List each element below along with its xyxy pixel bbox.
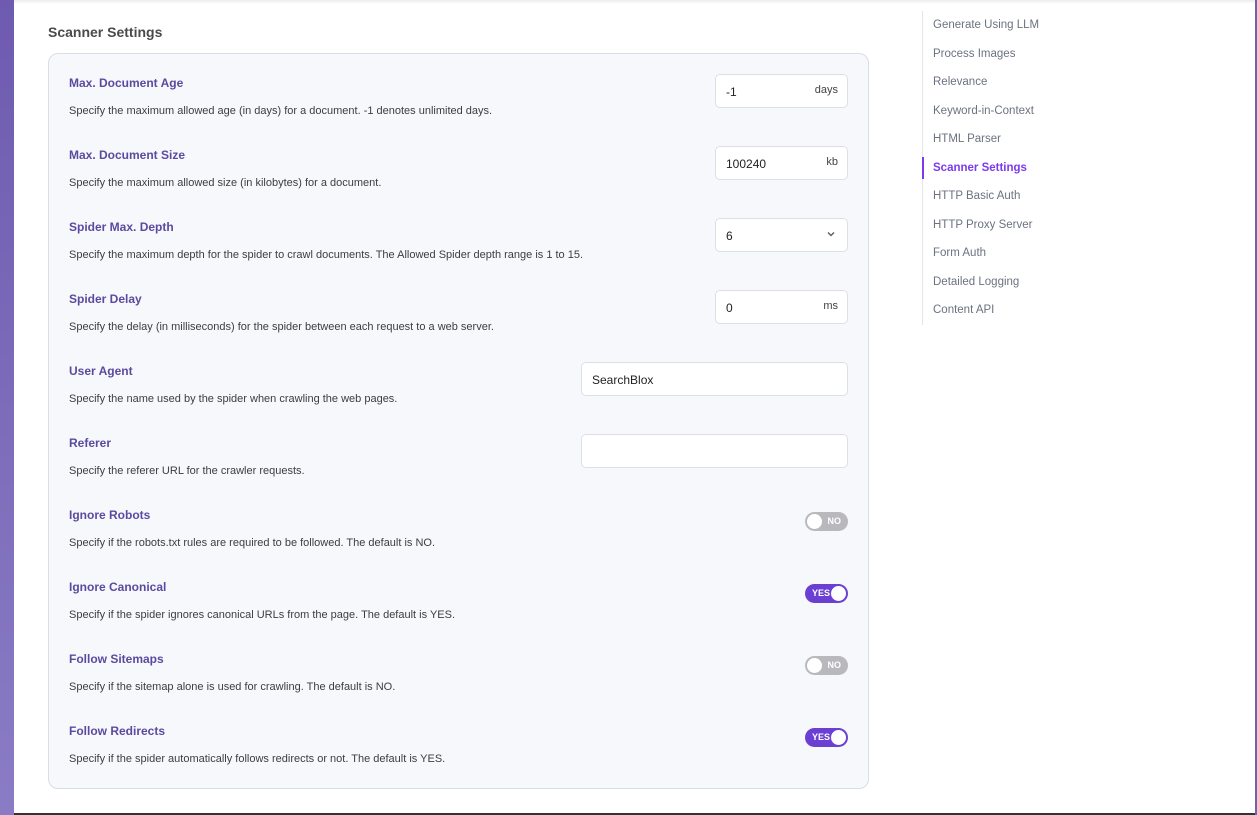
nav-item-html-parser[interactable]: HTML Parser	[923, 128, 1123, 150]
input-value: -1	[726, 85, 737, 99]
setting-label: Ignore Robots	[69, 508, 151, 522]
setting-spider-max-depth: Spider Max. Depth Specify the maximum de…	[69, 198, 848, 270]
input-value: SearchBlox	[592, 373, 654, 387]
toggle-knob	[807, 658, 822, 673]
toggle-label: YES	[812, 732, 831, 742]
toggle-knob	[807, 514, 822, 529]
input-value: 0	[726, 301, 733, 315]
settings-side-nav: Generate Using LLM Process Images Releva…	[922, 11, 1122, 325]
setting-description: Specify if the robots.txt rules are requ…	[69, 537, 436, 549]
follow-sitemaps-toggle[interactable]: NO	[805, 656, 848, 675]
max-document-age-input[interactable]: -1 days	[715, 74, 848, 108]
setting-description: Specify the delay (in milliseconds) for …	[69, 321, 494, 333]
referer-input[interactable]	[581, 434, 848, 468]
setting-description: Specify the maximum allowed size (in kil…	[69, 177, 382, 189]
input-value: 100240	[726, 157, 767, 171]
setting-description: Specify the name used by the spider when…	[69, 393, 398, 405]
setting-description: Specify if the sitemap alone is used for…	[69, 681, 396, 693]
ignore-robots-toggle[interactable]: NO	[805, 512, 848, 531]
setting-label: Max. Document Age	[69, 76, 184, 90]
toggle-knob	[831, 730, 846, 745]
nav-item-detailed-logging[interactable]: Detailed Logging	[923, 271, 1123, 293]
max-document-size-input[interactable]: 100240 kb	[715, 146, 848, 180]
setting-label: Max. Document Size	[69, 148, 186, 162]
top-shadow	[14, 0, 1255, 4]
setting-follow-redirects: Follow Redirects Specify if the spider a…	[69, 702, 848, 774]
nav-item-scanner-settings[interactable]: Scanner Settings	[922, 157, 1122, 179]
setting-description: Specify the maximum allowed age (in days…	[69, 105, 493, 117]
setting-label: Referer	[69, 436, 112, 450]
left-accent-strip	[0, 0, 14, 815]
setting-description: Specify the referer URL for the crawler …	[69, 465, 305, 477]
setting-description: Specify if the spider automatically foll…	[69, 753, 446, 765]
setting-label: Follow Sitemaps	[69, 652, 164, 666]
toggle-label: NO	[827, 516, 842, 526]
user-agent-input[interactable]: SearchBlox	[581, 362, 848, 396]
nav-item-content-api[interactable]: Content API	[923, 299, 1123, 321]
nav-item-generate-using-llm[interactable]: Generate Using LLM	[923, 14, 1123, 36]
spider-max-depth-select[interactable]: 6	[715, 218, 848, 252]
follow-redirects-toggle[interactable]: YES	[805, 728, 848, 747]
spider-delay-input[interactable]: 0 ms	[715, 290, 848, 324]
setting-ignore-canonical: Ignore Canonical Specify if the spider i…	[69, 558, 848, 630]
setting-ignore-robots: Ignore Robots Specify if the robots.txt …	[69, 486, 848, 558]
setting-description: Specify the maximum depth for the spider…	[69, 249, 584, 261]
setting-label: User Agent	[69, 364, 133, 378]
toggle-label: NO	[827, 660, 842, 670]
setting-user-agent: User Agent Specify the name used by the …	[69, 342, 848, 414]
nav-item-keyword-in-context[interactable]: Keyword-in-Context	[923, 100, 1123, 122]
setting-label: Ignore Canonical	[69, 580, 167, 594]
input-unit: kb	[826, 156, 838, 168]
page-title: Scanner Settings	[48, 24, 163, 40]
toggle-label: YES	[812, 588, 831, 598]
setting-label: Spider Max. Depth	[69, 220, 174, 234]
nav-item-http-basic-auth[interactable]: HTTP Basic Auth	[923, 185, 1123, 207]
ignore-canonical-toggle[interactable]: YES	[805, 584, 848, 603]
setting-max-document-size: Max. Document Size Specify the maximum a…	[69, 126, 848, 198]
nav-item-relevance[interactable]: Relevance	[923, 71, 1123, 93]
setting-max-document-age: Max. Document Age Specify the maximum al…	[69, 54, 848, 126]
input-unit: ms	[823, 300, 838, 312]
toggle-knob	[831, 586, 846, 601]
setting-description: Specify if the spider ignores canonical …	[69, 609, 456, 621]
setting-label: Follow Redirects	[69, 724, 166, 738]
scanner-settings-card: Max. Document Age Specify the maximum al…	[48, 53, 869, 789]
nav-item-http-proxy-server[interactable]: HTTP Proxy Server	[923, 214, 1123, 236]
input-unit: days	[814, 84, 838, 96]
select-value: 6	[726, 229, 733, 243]
nav-item-form-auth[interactable]: Form Auth	[923, 242, 1123, 264]
nav-item-process-images[interactable]: Process Images	[923, 43, 1123, 65]
chevron-down-icon	[827, 232, 835, 237]
setting-follow-sitemaps: Follow Sitemaps Specify if the sitemap a…	[69, 630, 848, 702]
setting-label: Spider Delay	[69, 292, 142, 306]
setting-spider-delay: Spider Delay Specify the delay (in milli…	[69, 270, 848, 342]
setting-referer: Referer Specify the referer URL for the …	[69, 414, 848, 486]
